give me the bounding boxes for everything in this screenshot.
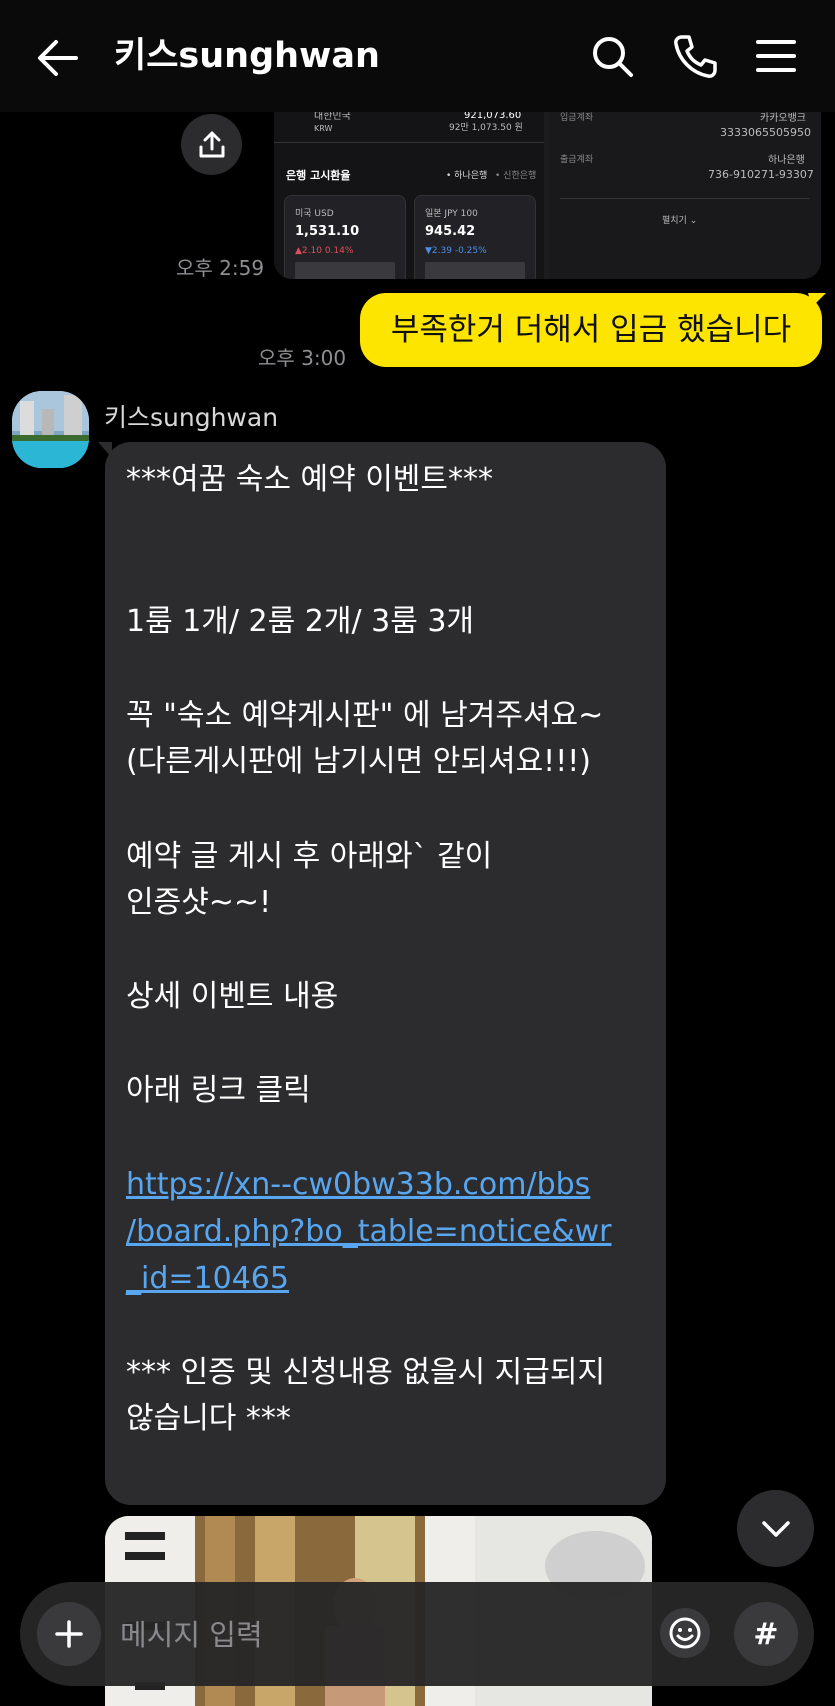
plus-icon	[55, 1620, 83, 1648]
bank-rate-title: 은행 고시환율	[286, 169, 351, 182]
deposit-bank: 카카오뱅크	[760, 113, 806, 124]
currency-amount: 921,073.60	[464, 112, 522, 121]
timestamp: 오후 2:59	[176, 256, 265, 280]
bank-tab-shinhan: • 신한은행	[495, 171, 537, 181]
message-composer: #	[20, 1582, 814, 1686]
currency-amount-sub: 92만 1,073.50 원	[449, 123, 523, 133]
message-line: ***여꿈 숙소 예약 이벤트***	[126, 462, 494, 497]
hashtag-button[interactable]: #	[734, 1602, 798, 1666]
message-line: 상세 이벤트 내용	[126, 979, 339, 1014]
jpy-change: ▼2.39 -0.25%	[425, 246, 487, 256]
emoji-button[interactable]	[660, 1608, 710, 1658]
message-line: 인증샷~~!	[126, 885, 272, 920]
search-icon	[593, 37, 633, 77]
outgoing-message[interactable]: 부족한거 더해서 입금 했습니다	[360, 293, 822, 367]
withdraw-label: 출금계좌	[560, 155, 594, 165]
shared-screenshot-image[interactable]: 대한민국 KRW 921,073.60 92만 1,073.50 원 은행 고시…	[274, 112, 821, 279]
withdraw-account: 736-910271-93307	[708, 168, 814, 181]
deposit-account: 3333065505950	[720, 126, 811, 139]
jpy-chart	[425, 262, 525, 279]
jpy-rate-card: 일본 JPY 100 945.42 ▼2.39 -0.25%	[414, 195, 536, 279]
usd-name: 미국 USD	[295, 209, 334, 219]
chat-header: 키스sunghwan	[0, 0, 835, 112]
avatar[interactable]	[12, 391, 89, 468]
event-link[interactable]: _id=10465	[126, 1257, 289, 1301]
menu-icon	[756, 40, 796, 72]
usd-chart	[295, 262, 395, 279]
jpy-value: 945.42	[425, 224, 476, 239]
menu-button[interactable]	[752, 32, 800, 80]
expand-link[interactable]: 펼치기 ⌄	[662, 215, 697, 228]
message-line: *** 인증 및 신청내용 없을시 지급되지	[126, 1355, 606, 1390]
share-icon	[199, 131, 224, 157]
exchange-rate-panel: 대한민국 KRW 921,073.60 92만 1,073.50 원 은행 고시…	[274, 112, 544, 279]
message-input[interactable]	[118, 1606, 662, 1664]
usd-value: 1,531.10	[295, 224, 360, 239]
message-line: 1룸 1개/ 2룸 2개/ 3룸 3개	[126, 604, 475, 639]
transfer-detail-panel: 입금계좌 카카오뱅크 3333065505950 출금계좌 하나은행 736-9…	[550, 112, 821, 279]
usd-rate-card: 미국 USD 1,531.10 ▲2.10 0.14%	[284, 195, 406, 279]
jpy-name: 일본 JPY 100	[425, 209, 478, 219]
bank-tab-hana: • 하나은행	[446, 171, 488, 181]
message-line: 않습니다 ***	[126, 1401, 291, 1436]
back-arrow-icon	[38, 40, 78, 76]
divider	[560, 198, 810, 199]
share-button[interactable]	[181, 114, 242, 175]
timestamp: 오후 3:00	[258, 346, 347, 370]
message-line: 아래 링크 클릭	[126, 1073, 311, 1108]
sender-name: 키스sunghwan	[104, 403, 279, 432]
search-button[interactable]	[588, 32, 636, 80]
emoji-icon	[669, 1617, 701, 1649]
message-line: 예약 글 게시 후 아래와` 같이	[126, 839, 493, 874]
event-link[interactable]: https://xn--cw0bw33b.com/bbs	[126, 1163, 590, 1207]
event-link[interactable]: /board.php?bo_table=notice&wr	[126, 1210, 612, 1254]
withdraw-bank: 하나은행	[768, 155, 805, 166]
currency-code: KRW	[314, 124, 333, 133]
message-line: 꼭 "숙소 예약게시판" 에 남겨주셔요~	[126, 698, 604, 733]
chevron-down-icon	[761, 1520, 790, 1537]
scroll-to-bottom-button[interactable]	[737, 1490, 814, 1567]
chat-title: 키스sunghwan	[114, 36, 380, 76]
deposit-label: 입금계좌	[560, 113, 594, 123]
attach-button[interactable]	[37, 1602, 101, 1666]
phone-icon	[674, 35, 717, 78]
back-button[interactable]	[30, 30, 86, 86]
usd-change: ▲2.10 0.14%	[295, 246, 354, 256]
avatar-photo	[12, 391, 89, 468]
call-button[interactable]	[670, 32, 718, 80]
message-line: (다른게시판에 남기시면 안되셔요!!!)	[126, 744, 591, 779]
currency-row: 대한민국 KRW 921,073.60 92만 1,073.50 원	[274, 112, 544, 143]
